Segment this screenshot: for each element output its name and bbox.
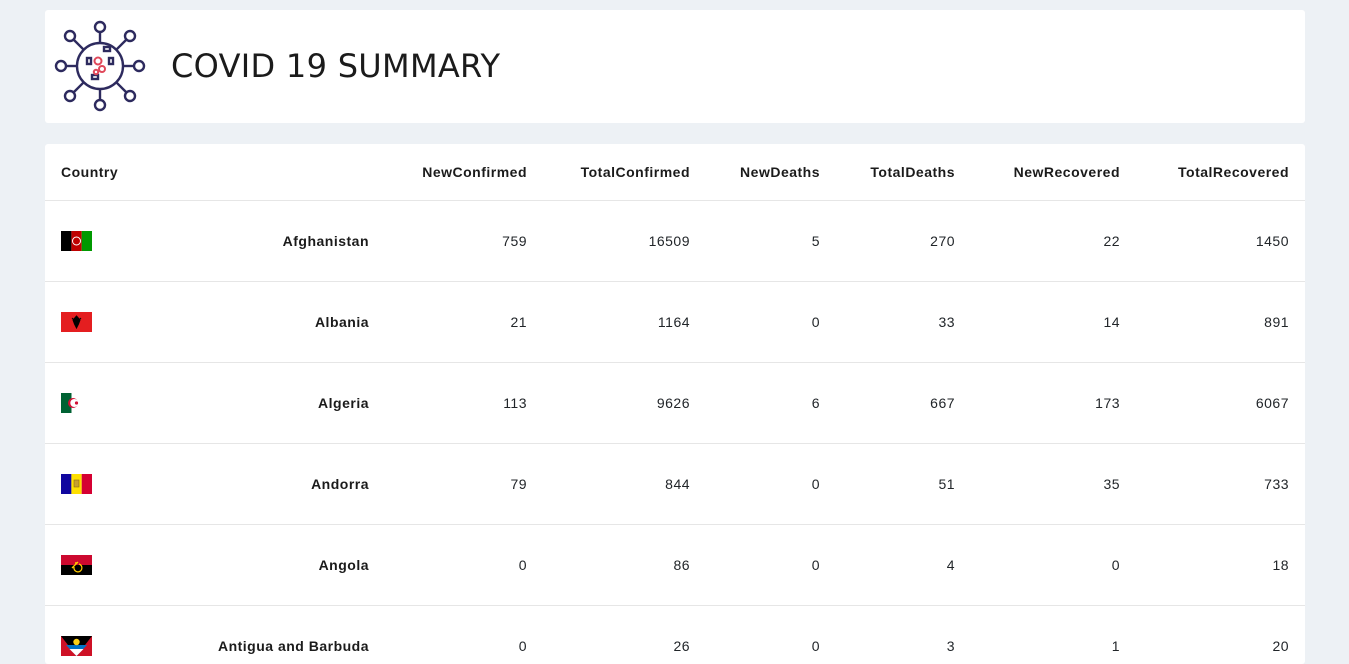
country-name: Antigua and Barbuda [125, 606, 384, 664]
new-deaths-cell: 5 [706, 201, 836, 282]
total-confirmed-cell: 16509 [543, 201, 706, 282]
andorra-flag-icon [61, 474, 92, 494]
table-row: Andorra 79 844 0 51 35 733 [45, 444, 1305, 525]
new-confirmed-cell: 79 [384, 444, 543, 525]
table-row: Algeria 113 9626 6 667 173 6067 [45, 363, 1305, 444]
new-recovered-cell: 0 [971, 525, 1136, 606]
new-deaths-cell: 0 [706, 525, 836, 606]
new-recovered-cell: 173 [971, 363, 1136, 444]
country-name: Andorra [125, 444, 384, 525]
total-confirmed-cell: 86 [543, 525, 706, 606]
page-title: COVID 19 SUMMARY [171, 46, 500, 86]
flag-cell [45, 444, 125, 525]
table-row: Antigua and Barbuda 0 26 0 3 1 20 [45, 606, 1305, 664]
new-deaths-cell: 0 [706, 282, 836, 363]
summary-table: Country NewConfirmed TotalConfirmed NewD… [45, 144, 1305, 664]
total-deaths-cell: 51 [836, 444, 971, 525]
new-deaths-cell: 0 [706, 444, 836, 525]
flag-cell [45, 363, 125, 444]
column-header-new-deaths[interactable]: NewDeaths [706, 144, 836, 201]
column-header-new-recovered[interactable]: NewRecovered [971, 144, 1136, 201]
column-header-total-deaths[interactable]: TotalDeaths [836, 144, 971, 201]
total-deaths-cell: 3 [836, 606, 971, 664]
table-header-row: Country NewConfirmed TotalConfirmed NewD… [45, 144, 1305, 201]
algeria-flag-icon [61, 393, 82, 413]
new-recovered-cell: 22 [971, 201, 1136, 282]
new-confirmed-cell: 0 [384, 606, 543, 664]
flag-cell [45, 282, 125, 363]
total-confirmed-cell: 26 [543, 606, 706, 664]
table-row: Albania 21 1164 0 33 14 891 [45, 282, 1305, 363]
total-confirmed-cell: 9626 [543, 363, 706, 444]
total-deaths-cell: 667 [836, 363, 971, 444]
country-name: Angola [125, 525, 384, 606]
flag-cell [45, 525, 125, 606]
total-deaths-cell: 4 [836, 525, 971, 606]
column-header-total-confirmed[interactable]: TotalConfirmed [543, 144, 706, 201]
column-header-country[interactable]: Country [45, 144, 384, 201]
total-recovered-cell: 20 [1136, 606, 1305, 664]
new-confirmed-cell: 759 [384, 201, 543, 282]
new-confirmed-cell: 113 [384, 363, 543, 444]
flag-cell [45, 606, 125, 664]
header-card: COVID 19 SUMMARY [45, 10, 1305, 123]
antigua-and-barbuda-flag-icon [61, 636, 92, 656]
total-recovered-cell: 733 [1136, 444, 1305, 525]
country-name: Afghanistan [125, 201, 384, 282]
afghanistan-flag-icon [61, 231, 92, 251]
angola-flag-icon [61, 555, 92, 575]
summary-table-card: Country NewConfirmed TotalConfirmed NewD… [45, 144, 1305, 664]
new-deaths-cell: 6 [706, 363, 836, 444]
virus-icon [54, 20, 146, 112]
albania-flag-icon [61, 312, 92, 332]
column-header-total-recovered[interactable]: TotalRecovered [1136, 144, 1305, 201]
new-confirmed-cell: 21 [384, 282, 543, 363]
total-recovered-cell: 18 [1136, 525, 1305, 606]
new-recovered-cell: 1 [971, 606, 1136, 664]
total-recovered-cell: 1450 [1136, 201, 1305, 282]
total-recovered-cell: 6067 [1136, 363, 1305, 444]
flag-cell [45, 201, 125, 282]
total-confirmed-cell: 844 [543, 444, 706, 525]
new-deaths-cell: 0 [706, 606, 836, 664]
country-name: Albania [125, 282, 384, 363]
total-recovered-cell: 891 [1136, 282, 1305, 363]
column-header-new-confirmed[interactable]: NewConfirmed [384, 144, 543, 201]
total-confirmed-cell: 1164 [543, 282, 706, 363]
country-name: Algeria [125, 363, 384, 444]
new-recovered-cell: 35 [971, 444, 1136, 525]
new-confirmed-cell: 0 [384, 525, 543, 606]
table-row: Angola 0 86 0 4 0 18 [45, 525, 1305, 606]
total-deaths-cell: 270 [836, 201, 971, 282]
new-recovered-cell: 14 [971, 282, 1136, 363]
total-deaths-cell: 33 [836, 282, 971, 363]
table-row: Afghanistan 759 16509 5 270 22 1450 [45, 201, 1305, 282]
